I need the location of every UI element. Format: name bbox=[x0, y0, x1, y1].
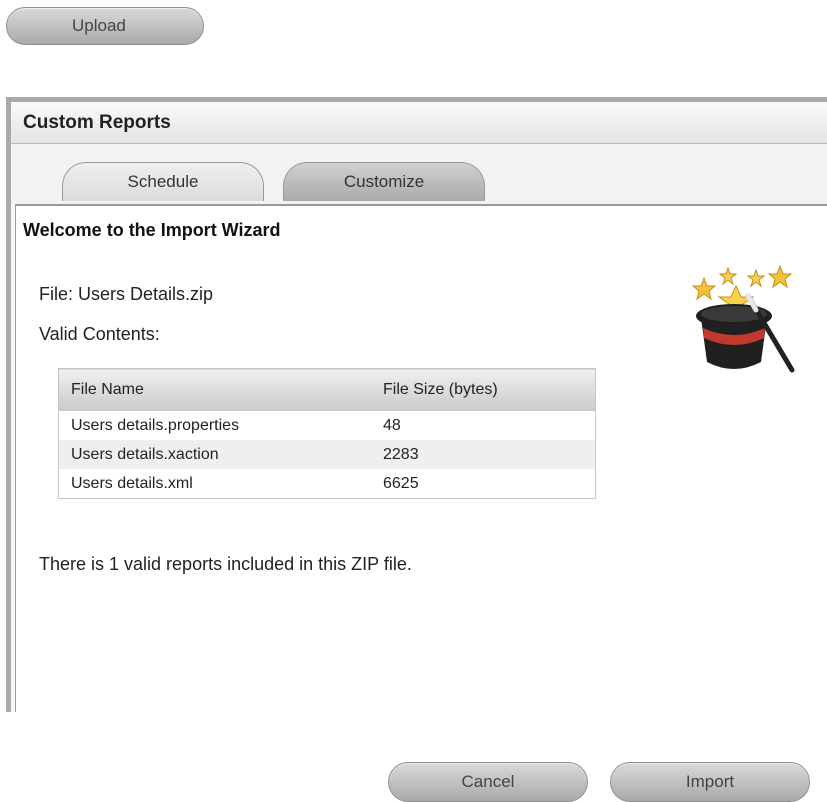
magic-hat-icon bbox=[691, 264, 795, 373]
valid-contents-label: Valid Contents: bbox=[39, 324, 160, 344]
file-list-table: File Name File Size (bytes) Users detail… bbox=[58, 368, 596, 499]
table-row: Users details.xaction 2283 bbox=[58, 440, 596, 469]
wizard-heading: Welcome to the Import Wizard bbox=[23, 220, 281, 240]
file-size-cell: 6625 bbox=[383, 474, 419, 492]
tab-customize-label: Customize bbox=[343, 172, 425, 191]
file-name-cell: Users details.xml bbox=[71, 474, 193, 492]
panel-body: Custom Reports Schedule Customize Welcom… bbox=[11, 102, 827, 802]
tab-customize[interactable]: Customize bbox=[283, 162, 485, 201]
column-header-file-name: File Name bbox=[58, 368, 371, 411]
file-size-cell: 48 bbox=[383, 416, 401, 434]
cancel-button[interactable]: Cancel bbox=[388, 762, 588, 802]
table-row: Users details.properties 48 bbox=[59, 411, 596, 440]
tab-schedule-label: Schedule bbox=[127, 172, 199, 191]
column-header-file-size: File Size (bytes) bbox=[371, 368, 596, 411]
tab-schedule[interactable]: Schedule bbox=[62, 162, 264, 201]
panel-title: Custom Reports bbox=[23, 112, 171, 133]
upload-button-label: Upload bbox=[72, 16, 126, 35]
tab-strip: Schedule Customize bbox=[11, 144, 827, 204]
table-header-row: File Name File Size (bytes) bbox=[58, 368, 596, 411]
panel-header: Custom Reports bbox=[11, 102, 827, 144]
upload-button[interactable]: Upload bbox=[6, 7, 204, 45]
import-wizard-content: Welcome to the Import Wizard File: Users… bbox=[15, 204, 827, 802]
custom-reports-panel: Custom Reports Schedule Customize Welcom… bbox=[6, 97, 827, 802]
file-name-text: File: Users Details.zip bbox=[39, 284, 214, 304]
summary-text: There is 1 valid reports included in thi… bbox=[39, 554, 412, 574]
cancel-button-label: Cancel bbox=[461, 772, 515, 791]
import-button[interactable]: Import bbox=[610, 762, 810, 802]
table-row: Users details.xml 6625 bbox=[59, 469, 596, 499]
file-name-cell: Users details.xaction bbox=[58, 440, 371, 469]
file-name-cell: Users details.properties bbox=[71, 416, 240, 434]
file-size-cell: 2283 bbox=[371, 440, 596, 469]
import-button-label: Import bbox=[685, 772, 735, 791]
